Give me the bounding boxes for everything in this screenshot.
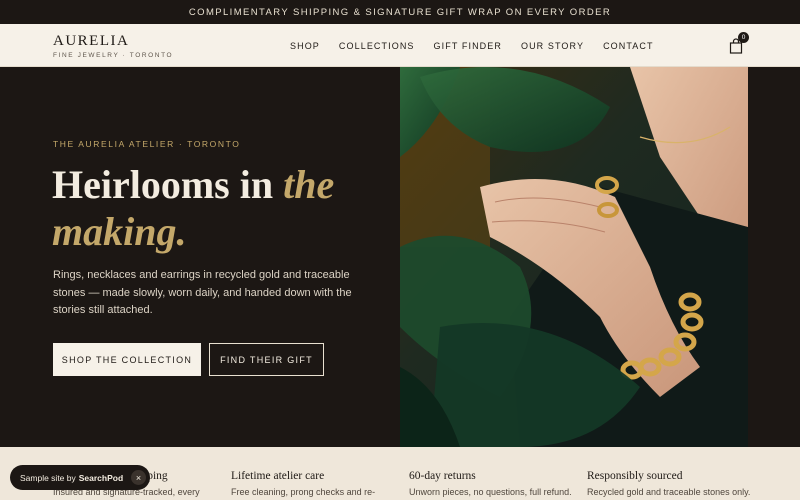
headline-plain: Heirlooms in bbox=[52, 162, 284, 207]
sample-site-toast[interactable]: Sample site by SearchPod × bbox=[10, 465, 150, 490]
announcement-bar: COMPLIMENTARY SHIPPING & SIGNATURE GIFT … bbox=[0, 0, 800, 24]
shop-collection-button[interactable]: SHOP THE COLLECTION bbox=[53, 343, 201, 376]
nav-item-shop[interactable]: SHOP bbox=[290, 41, 320, 51]
site-header: AURELIA FINE JEWELRY · TORONTO SHOP COLL… bbox=[0, 24, 800, 67]
feature-text: Free cleaning, prong checks and re- bbox=[231, 487, 376, 497]
feature-text: Recycled gold and traceable stones only. bbox=[587, 487, 751, 497]
nav-item-gift-finder[interactable]: GIFT FINDER bbox=[434, 41, 502, 51]
feature-title: 60-day returns bbox=[409, 470, 476, 482]
hero-description: Rings, necklaces and earrings in recycle… bbox=[53, 269, 352, 316]
feature-text: Unworn pieces, no questions, full refund… bbox=[409, 487, 572, 497]
cart-button[interactable]: 0 bbox=[728, 32, 749, 56]
nav-item-contact[interactable]: CONTACT bbox=[603, 41, 654, 51]
hero-eyebrow: THE AURELIA ATELIER · TORONTO bbox=[53, 139, 241, 149]
close-icon[interactable]: × bbox=[131, 470, 146, 485]
feature-returns: 60-day returns Unworn pieces, no questio… bbox=[409, 470, 579, 497]
toast-text: Sample site by bbox=[20, 472, 76, 483]
brand-name: AURELIA bbox=[53, 33, 130, 49]
brand-tagline: FINE JEWELRY · TORONTO bbox=[53, 52, 174, 59]
feature-title: Lifetime atelier care bbox=[231, 470, 325, 482]
hero-image bbox=[400, 67, 748, 447]
toast-brand-link[interactable]: SearchPod bbox=[79, 473, 123, 483]
announcement-text: COMPLIMENTARY SHIPPING & SIGNATURE GIFT … bbox=[188, 6, 612, 18]
feature-sourcing: Responsibly sourced Recycled gold and tr… bbox=[587, 470, 757, 497]
hero-section: THE AURELIA ATELIER · TORONTO Heirlooms … bbox=[0, 67, 800, 447]
hero-headline: Heirlooms in the making. bbox=[52, 161, 392, 255]
nav-item-collections[interactable]: COLLECTIONS bbox=[339, 41, 415, 51]
logo[interactable]: AURELIA FINE JEWELRY · TORONTO bbox=[53, 33, 173, 59]
find-gift-button[interactable]: FIND THEIR GIFT bbox=[209, 343, 324, 376]
feature-title: Responsibly sourced bbox=[587, 470, 683, 482]
main-nav: SHOP COLLECTIONS GIFT FINDER OUR STORY C… bbox=[290, 24, 673, 67]
cart-count-badge: 0 bbox=[738, 32, 749, 43]
hero-photo-illustration bbox=[400, 67, 748, 447]
nav-item-our-story[interactable]: OUR STORY bbox=[521, 41, 584, 51]
feature-atelier-care: Lifetime atelier care Free cleaning, pro… bbox=[231, 470, 401, 497]
